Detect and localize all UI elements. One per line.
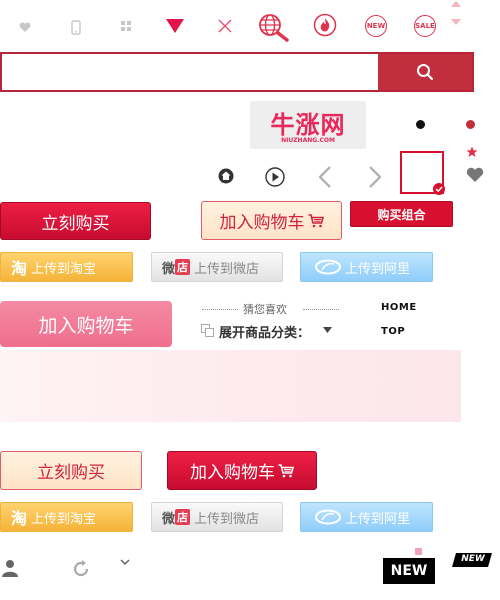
cart-icon bbox=[278, 463, 294, 477]
home-link[interactable]: HOME bbox=[381, 302, 417, 313]
sale-badge-icon: SALE bbox=[413, 14, 437, 38]
chevron-right-icon[interactable] bbox=[365, 164, 385, 190]
user-icon[interactable] bbox=[0, 558, 20, 578]
new-badge-label: NEW bbox=[365, 15, 387, 37]
buy-combo-button[interactable]: 购买组合 bbox=[350, 201, 453, 227]
global-search-icon[interactable] bbox=[257, 12, 293, 42]
pink-square-decor bbox=[415, 548, 422, 555]
search-button[interactable] bbox=[378, 54, 472, 90]
mobile-phone-icon[interactable] bbox=[67, 17, 85, 37]
sort-up-icon[interactable] bbox=[450, 0, 462, 8]
top-link[interactable]: TOP bbox=[381, 326, 405, 337]
chevron-left-icon[interactable] bbox=[315, 164, 335, 190]
new-badge-italic: NEW bbox=[452, 552, 492, 567]
buy-combo-label: 购买组合 bbox=[377, 207, 426, 222]
aliyun-logo-icon bbox=[315, 259, 341, 275]
check-icon bbox=[433, 183, 445, 195]
upload-taobao-button-2[interactable]: 淘 上传到淘宝 bbox=[0, 502, 133, 532]
upload-weidian-button-2[interactable]: 微 店 上传到微店 bbox=[151, 502, 283, 532]
search-input[interactable] bbox=[2, 54, 378, 90]
buy-now-label: 立刻购买 bbox=[41, 213, 110, 234]
upload-taobao-label: 上传到淘宝 bbox=[31, 511, 97, 527]
upload-weidian-label: 上传到微店 bbox=[194, 261, 260, 277]
heart-gray-icon[interactable] bbox=[465, 166, 485, 184]
upload-taobao-label: 上传到淘宝 bbox=[31, 261, 97, 277]
taobao-logo-icon: 淘 bbox=[11, 259, 28, 278]
logo-main-text: 牛涨网 bbox=[270, 111, 346, 139]
add-to-cart-red-label: 加入购物车 bbox=[190, 463, 275, 483]
add-to-cart-pink-button[interactable]: 加入购物车 bbox=[0, 301, 172, 347]
caret-down-icon[interactable] bbox=[322, 325, 332, 335]
grid-icon[interactable] bbox=[117, 17, 135, 35]
upload-aliyun-label: 上传到阿里 bbox=[345, 511, 411, 527]
chevron-down-icon[interactable] bbox=[119, 556, 131, 568]
heart-icon[interactable] bbox=[16, 18, 34, 36]
sort-down-icon[interactable] bbox=[450, 18, 462, 26]
home-icon[interactable] bbox=[217, 167, 235, 185]
triangle-down-icon[interactable] bbox=[164, 15, 186, 37]
expand-categories-link[interactable]: 展开商品分类： bbox=[219, 322, 310, 341]
site-logo[interactable]: 牛涨网 NIUZHANG.COM bbox=[250, 101, 366, 149]
search-bar bbox=[0, 52, 474, 92]
logo-sub-text: NIUZHANG.COM bbox=[281, 137, 335, 144]
close-icon[interactable] bbox=[215, 16, 235, 36]
add-to-cart-button[interactable]: 加入购物车 bbox=[201, 201, 342, 240]
play-circle-icon[interactable] bbox=[264, 166, 286, 188]
upload-weidian-button[interactable]: 微 店 上传到微店 bbox=[151, 252, 283, 282]
guess-divider-right bbox=[303, 309, 339, 310]
new-badge-dark: NEW bbox=[383, 558, 435, 584]
cart-icon bbox=[308, 213, 324, 227]
black-dot[interactable] bbox=[416, 120, 425, 129]
guess-divider-left bbox=[202, 309, 238, 310]
selected-checkbox[interactable] bbox=[400, 151, 445, 195]
weidian-logo-icon: 微 店 bbox=[162, 259, 191, 277]
new-badge-icon: NEW bbox=[364, 14, 388, 38]
hot-flame-icon[interactable] bbox=[313, 13, 337, 37]
upload-aliyun-button[interactable]: 上传到阿里 bbox=[300, 252, 433, 282]
guess-title: 猜您喜欢 bbox=[243, 303, 287, 316]
weidian-logo-icon: 微 店 bbox=[162, 509, 191, 527]
star-icon[interactable] bbox=[466, 146, 478, 158]
category-list-icon bbox=[199, 322, 215, 338]
red-dot[interactable] bbox=[466, 120, 475, 129]
upload-taobao-button[interactable]: 淘 上传到淘宝 bbox=[0, 252, 133, 282]
aliyun-logo-icon bbox=[315, 509, 341, 525]
add-to-cart-pink-label: 加入购物车 bbox=[38, 314, 134, 337]
buy-now-button[interactable]: 立刻购买 bbox=[0, 202, 151, 240]
expand-categories-label: 展开商品分类： bbox=[219, 326, 311, 341]
new-badge-italic-label: NEW bbox=[461, 554, 485, 564]
pink-gradient-band bbox=[0, 350, 461, 422]
refresh-icon[interactable] bbox=[71, 559, 91, 579]
sale-badge-label: SALE bbox=[414, 15, 436, 37]
add-to-cart-label: 加入购物车 bbox=[219, 213, 305, 233]
taobao-logo-icon: 淘 bbox=[11, 509, 28, 528]
buy-now-cream-label: 立刻购买 bbox=[37, 463, 105, 483]
search-icon bbox=[417, 64, 434, 81]
upload-weidian-label: 上传到微店 bbox=[194, 511, 260, 527]
add-to-cart-red-button[interactable]: 加入购物车 bbox=[167, 451, 317, 490]
new-badge-dark-label: NEW bbox=[390, 563, 428, 579]
upload-aliyun-button-2[interactable]: 上传到阿里 bbox=[300, 502, 433, 532]
buy-now-cream-button[interactable]: 立刻购买 bbox=[0, 451, 142, 490]
upload-aliyun-label: 上传到阿里 bbox=[345, 261, 411, 277]
